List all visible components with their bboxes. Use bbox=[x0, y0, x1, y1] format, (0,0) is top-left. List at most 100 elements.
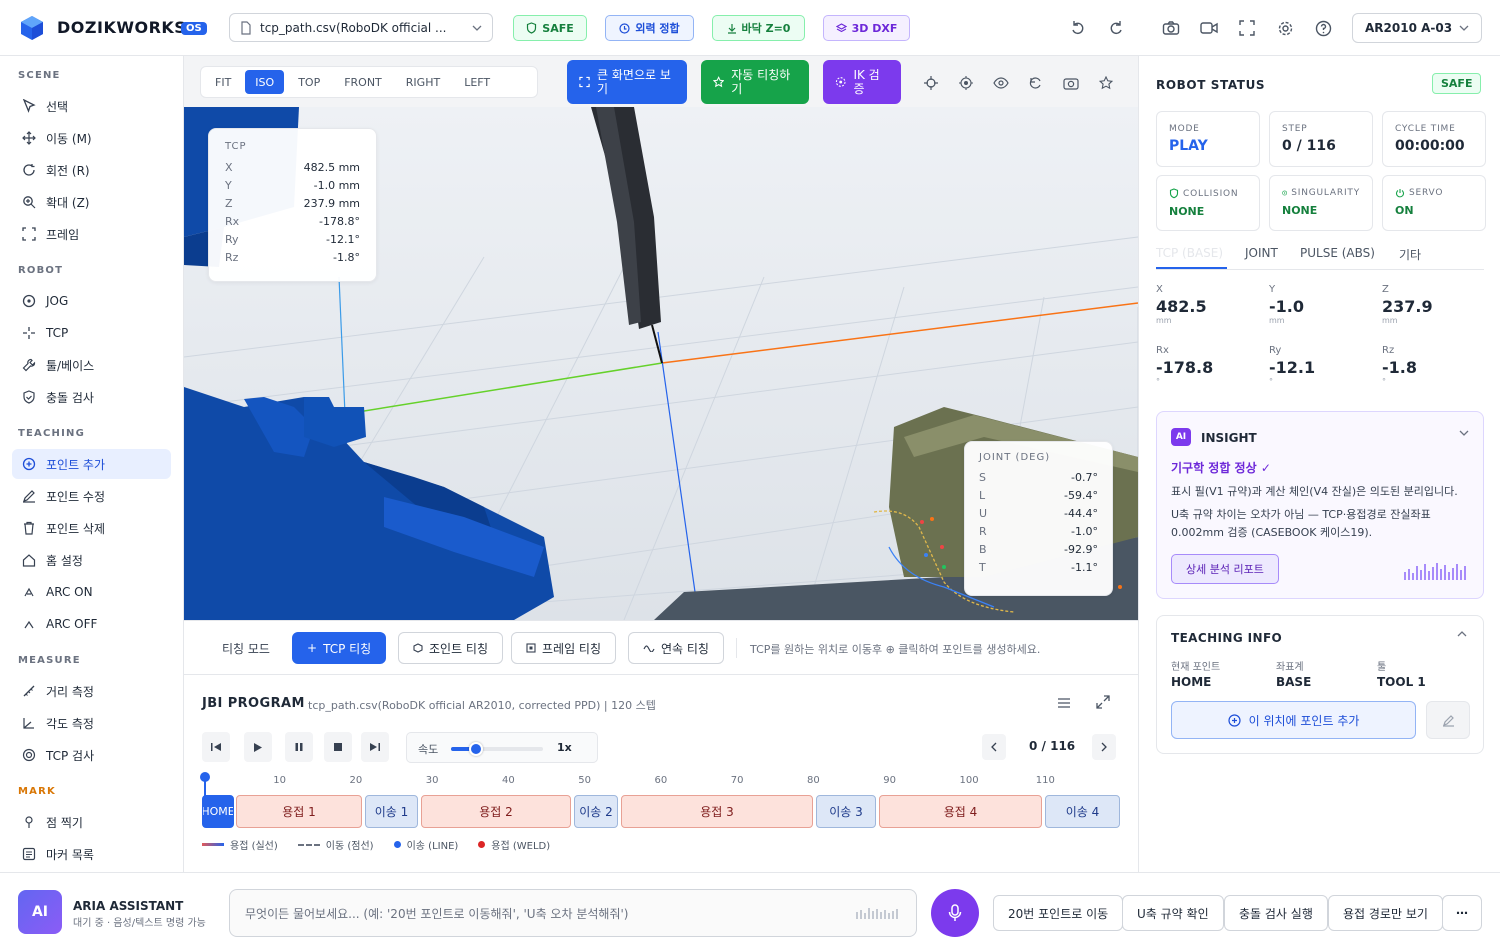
external-force-badge[interactable]: 외력 정합 bbox=[605, 15, 694, 41]
frame-teach-button[interactable]: 프레임 티칭 bbox=[511, 632, 617, 664]
dxf-badge[interactable]: 3D DXF bbox=[823, 15, 910, 41]
sidebar-item-arc-on[interactable]: ARC ON bbox=[12, 577, 171, 607]
next-step-button[interactable] bbox=[1092, 734, 1116, 760]
crosshair-icon[interactable] bbox=[922, 74, 940, 92]
add-point-here-button[interactable]: 이 위치에 포인트 추가 bbox=[1171, 701, 1416, 739]
timeline-segment-home[interactable]: HOME bbox=[202, 795, 234, 828]
joint-teach-button[interactable]: 조인트 티칭 bbox=[398, 632, 504, 664]
more-button[interactable]: ⋯ bbox=[1442, 895, 1482, 931]
sidebar-item-home[interactable]: 홈 설정 bbox=[12, 545, 171, 575]
sidebar-item-pin[interactable]: 점 찍기 bbox=[12, 807, 171, 837]
speed-label: 속도 bbox=[418, 743, 439, 756]
row-value: -0.7° bbox=[1071, 470, 1098, 484]
expand-panel-icon[interactable] bbox=[1096, 695, 1110, 709]
sidebar-item-label: ARC OFF bbox=[46, 617, 98, 631]
sidebar-item-tcp[interactable]: TCP bbox=[12, 318, 171, 348]
sidebar-item-frame[interactable]: 프레임 bbox=[12, 219, 171, 249]
stop-button[interactable] bbox=[324, 732, 352, 762]
skip-end-button[interactable] bbox=[361, 732, 389, 762]
undo-icon[interactable] bbox=[1067, 17, 1089, 39]
video-icon[interactable] bbox=[1198, 17, 1220, 39]
chevron-down-icon[interactable] bbox=[1459, 430, 1469, 436]
speed-slider[interactable] bbox=[451, 742, 543, 756]
playhead-knob[interactable] bbox=[200, 772, 210, 782]
help-icon[interactable] bbox=[1312, 17, 1334, 39]
focus-icon[interactable] bbox=[957, 74, 975, 92]
timeline-segment-weld[interactable]: 용접 2 bbox=[421, 795, 571, 828]
chevron-up-icon[interactable] bbox=[1457, 631, 1467, 637]
sidebar-item-arc-off[interactable]: ARC OFF bbox=[12, 609, 171, 639]
assistant-input[interactable]: 무엇이든 물어보세요... (예: '20번 포인트로 이동해줘', 'U축 오… bbox=[229, 889, 917, 937]
eye-icon[interactable] bbox=[992, 74, 1010, 92]
menu-icon[interactable] bbox=[1057, 697, 1071, 709]
3d-viewport[interactable]: TCP X 482.5 mm Y -1.0 mm Z 237.9 mm Rx -178.8° R… bbox=[184, 107, 1138, 620]
sidebar-item-rotate[interactable]: 회전 (R) bbox=[12, 155, 171, 185]
view-front-button[interactable]: FRONT bbox=[334, 70, 392, 94]
gear-icon[interactable] bbox=[1274, 17, 1296, 39]
timeline-segment-weld[interactable]: 용접 1 bbox=[236, 795, 362, 828]
brand-name: DOZIKWORKS bbox=[57, 18, 187, 37]
camera-icon[interactable] bbox=[1160, 17, 1182, 39]
snapshot-icon[interactable] bbox=[1062, 74, 1080, 92]
auto-teach-button[interactable]: 자동 티칭하기 bbox=[701, 60, 809, 104]
sidebar-item-tcp-check[interactable]: TCP 검사 bbox=[12, 740, 171, 770]
microphone-button[interactable] bbox=[931, 889, 979, 937]
analysis-report-button[interactable]: 상세 분석 리포트 bbox=[1171, 554, 1279, 584]
view-right-button[interactable]: RIGHT bbox=[396, 70, 450, 94]
quick-move-point-button[interactable]: 20번 포인트로 이동 bbox=[993, 895, 1124, 931]
sidebar-item-delete-point[interactable]: 포인트 삭제 bbox=[12, 513, 171, 543]
timeline-segment-weld[interactable]: 용접 3 bbox=[621, 795, 813, 828]
sidebar-item-marker-list[interactable]: 마커 목록 bbox=[12, 839, 171, 869]
file-select[interactable]: tcp_path.csv(RoboDK official ... bbox=[229, 13, 493, 42]
quick-collision-button[interactable]: 충돌 검사 실행 bbox=[1224, 895, 1328, 931]
timeline-segment-weld[interactable]: 용접 4 bbox=[879, 795, 1042, 828]
sidebar-item-collision[interactable]: 충돌 검사 bbox=[12, 382, 171, 412]
reset-icon[interactable] bbox=[1027, 74, 1045, 92]
tab-pulse[interactable]: PULSE (ABS) bbox=[1300, 246, 1375, 260]
tcp-teach-button[interactable]: + TCP 티칭 bbox=[292, 632, 387, 664]
fullscreen-view-button[interactable]: 큰 화면으로 보기 bbox=[567, 60, 687, 104]
sidebar-item-edit-point[interactable]: 포인트 수정 bbox=[12, 481, 171, 511]
redo-icon[interactable] bbox=[1105, 17, 1127, 39]
floor-badge[interactable]: 바닥 Z=0 bbox=[712, 15, 805, 41]
sidebar-item-distance[interactable]: 거리 측정 bbox=[12, 676, 171, 706]
play-button[interactable] bbox=[244, 732, 272, 762]
speed-slider-thumb[interactable] bbox=[468, 742, 483, 756]
sidebar-item-jog[interactable]: JOG bbox=[12, 286, 171, 316]
view-left-button[interactable]: LEFT bbox=[454, 70, 500, 94]
fullscreen-icon[interactable] bbox=[1236, 17, 1258, 39]
continuous-teach-button[interactable]: 연속 티칭 bbox=[628, 632, 724, 664]
favorite-icon[interactable] bbox=[1097, 74, 1115, 92]
program-title: JBI PROGRAM bbox=[202, 696, 305, 711]
sidebar-item-zoom[interactable]: 확대 (Z) bbox=[12, 187, 171, 217]
value-row: Y -1.0 mm bbox=[225, 176, 360, 194]
timeline-segment-move[interactable]: 이송 1 bbox=[365, 795, 418, 828]
ik-verify-button[interactable]: IK 검증 bbox=[823, 60, 901, 104]
safe-badge[interactable]: SAFE bbox=[513, 15, 587, 41]
tab-tcp-base[interactable]: TCP (BASE) bbox=[1156, 246, 1223, 260]
sidebar-item-tool-base[interactable]: 툴/베이스 bbox=[12, 350, 171, 380]
timeline-segment-move[interactable]: 이송 2 bbox=[574, 795, 618, 828]
pause-button[interactable] bbox=[285, 732, 313, 762]
prev-step-button[interactable] bbox=[982, 734, 1006, 760]
tab-other[interactable]: 기타 bbox=[1399, 246, 1421, 263]
robot-select[interactable]: AR2010 A-03 bbox=[1352, 13, 1482, 43]
sidebar-item-move[interactable]: 이동 (M) bbox=[12, 123, 171, 153]
value-row: Rz -1.8° bbox=[225, 248, 360, 266]
sidebar-item-angle[interactable]: 각도 측정 bbox=[12, 708, 171, 738]
value-row: T -1.1° bbox=[979, 558, 1098, 576]
edit-point-button[interactable] bbox=[1426, 701, 1470, 739]
row-key: U bbox=[979, 506, 988, 520]
quick-weld-path-button[interactable]: 용접 경로만 보기 bbox=[1328, 895, 1443, 931]
quick-u-axis-button[interactable]: U축 규약 확인 bbox=[1122, 895, 1224, 931]
timeline-segment-move[interactable]: 이송 4 bbox=[1045, 795, 1120, 828]
view-iso-button[interactable]: ISO bbox=[245, 70, 285, 94]
sidebar-item-select[interactable]: 선택 bbox=[12, 91, 171, 121]
coord-label: Rz bbox=[1382, 345, 1395, 356]
timeline-segment-move[interactable]: 이송 3 bbox=[816, 795, 876, 828]
tab-joint[interactable]: JOINT bbox=[1245, 246, 1278, 260]
sidebar-item-add-point[interactable]: 포인트 추가 bbox=[12, 449, 171, 479]
skip-start-button[interactable] bbox=[202, 732, 230, 762]
view-top-button[interactable]: TOP bbox=[288, 70, 330, 94]
view-fit-button[interactable]: FIT bbox=[205, 70, 241, 94]
